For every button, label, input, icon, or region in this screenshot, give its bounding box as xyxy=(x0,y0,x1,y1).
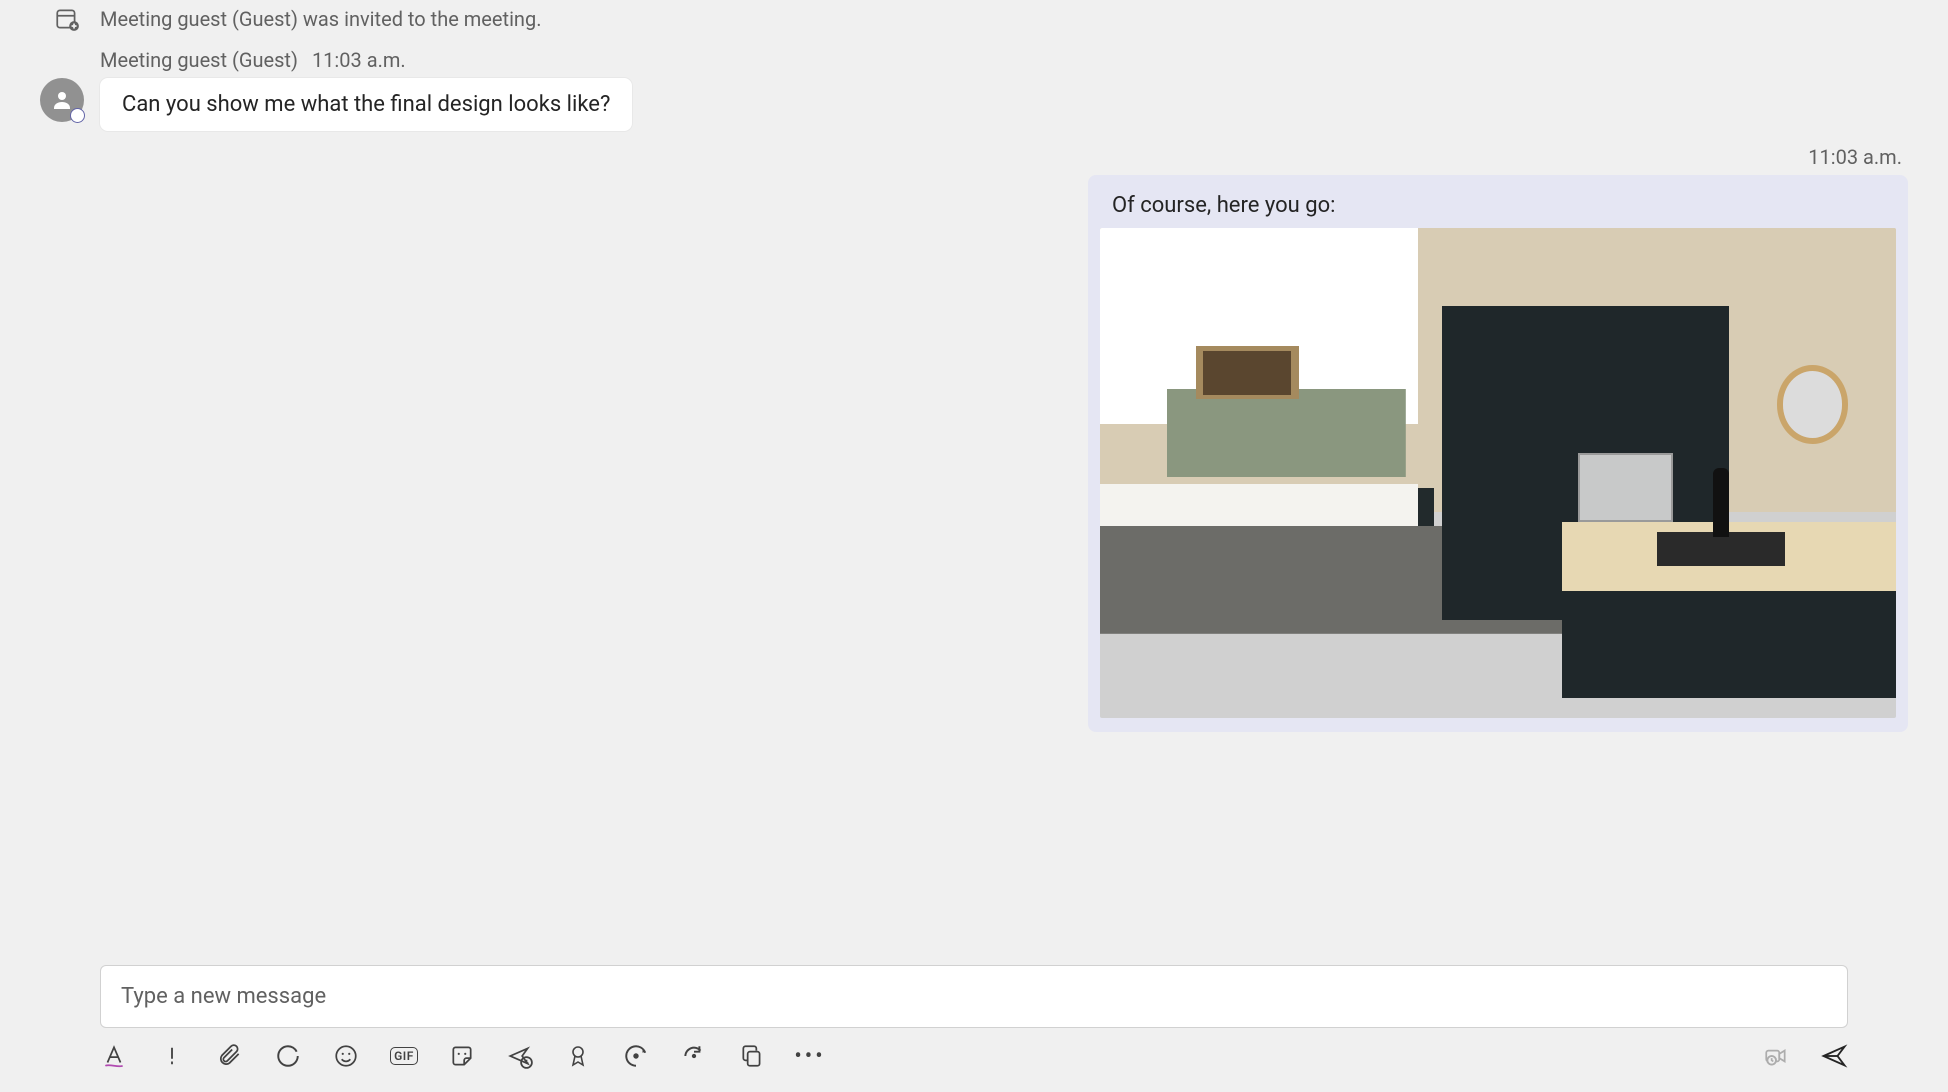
loop-icon[interactable] xyxy=(274,1042,302,1070)
updates-icon[interactable] xyxy=(680,1042,708,1070)
emoji-icon[interactable] xyxy=(332,1042,360,1070)
attach-icon[interactable] xyxy=(216,1042,244,1070)
copy-icon[interactable] xyxy=(738,1042,766,1070)
chat-scroll-area[interactable]: Meeting guest (Guest) was invited to the… xyxy=(40,0,1908,953)
message-time: 11:03 a.m. xyxy=(312,48,406,72)
outgoing-text: Of course, here you go: xyxy=(1088,193,1908,228)
incoming-bubble[interactable]: Can you show me what the final design lo… xyxy=(100,78,632,131)
outgoing-bubble[interactable]: Of course, here you go: xyxy=(1088,175,1908,732)
message-placeholder: Type a new message xyxy=(121,984,326,1009)
schedule-send-icon[interactable] xyxy=(506,1042,534,1070)
priority-icon[interactable] xyxy=(158,1042,186,1070)
outgoing-time: 11:03 a.m. xyxy=(1808,145,1902,169)
incoming-message[interactable]: Meeting guest (Guest) 11:03 a.m. Can you… xyxy=(40,48,1908,131)
viva-icon[interactable] xyxy=(622,1042,650,1070)
image-attachment[interactable] xyxy=(1100,228,1896,718)
send-icon[interactable] xyxy=(1820,1042,1848,1070)
presence-indicator xyxy=(70,108,85,123)
sticker-icon[interactable] xyxy=(448,1042,476,1070)
message-text: Can you show me what the final design lo… xyxy=(122,92,610,117)
composer: Type a new message xyxy=(40,953,1908,1092)
sender-name: Meeting guest (Guest) xyxy=(100,48,298,72)
gif-icon[interactable]: GIF xyxy=(390,1042,418,1070)
approval-icon[interactable] xyxy=(564,1042,592,1070)
message-input[interactable]: Type a new message xyxy=(100,965,1848,1028)
composer-toolbar: GIF xyxy=(100,1042,1848,1070)
video-clip-icon[interactable] xyxy=(1762,1042,1790,1070)
system-event-text: Meeting guest (Guest) was invited to the… xyxy=(100,7,541,31)
calendar-add-icon xyxy=(54,6,80,32)
person-icon xyxy=(50,88,74,112)
system-event-row: Meeting guest (Guest) was invited to the… xyxy=(40,6,1908,32)
avatar[interactable] xyxy=(40,78,84,122)
format-icon[interactable] xyxy=(100,1042,128,1070)
more-icon[interactable]: ••• xyxy=(796,1042,824,1070)
